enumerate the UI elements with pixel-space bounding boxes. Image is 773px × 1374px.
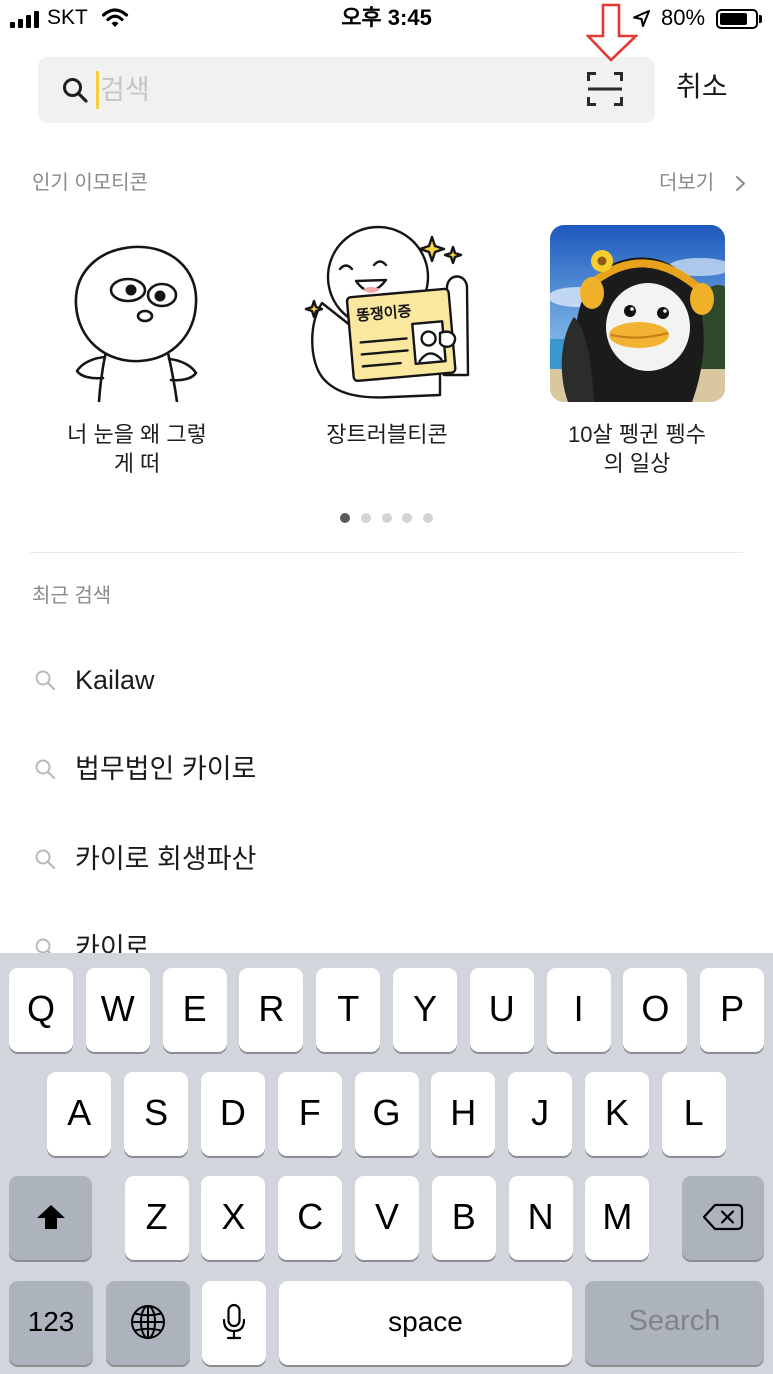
key-y[interactable]: Y xyxy=(393,968,457,1052)
recent-search-label: Kailaw xyxy=(75,664,155,695)
key-g[interactable]: G xyxy=(354,1072,419,1156)
status-bar: SKT 오후 3:45 80% xyxy=(0,0,773,40)
key-z[interactable]: Z xyxy=(124,1176,189,1260)
microphone-icon xyxy=(222,1303,246,1339)
emoticon-thumbnail xyxy=(74,245,197,402)
emoticon-thumbnail xyxy=(549,225,725,402)
key-c[interactable]: C xyxy=(278,1176,343,1260)
space-key[interactable]: space xyxy=(279,1281,572,1365)
page-dot xyxy=(423,513,433,523)
battery-level-fill xyxy=(720,13,748,25)
recent-search-item[interactable]: Kailaw xyxy=(0,635,773,725)
key-j[interactable]: J xyxy=(508,1072,573,1156)
key-u[interactable]: U xyxy=(469,968,534,1052)
clock: 오후 3:45 xyxy=(341,5,432,30)
search-input[interactable] xyxy=(98,57,568,123)
battery-percent: 80% xyxy=(661,5,706,30)
page-dot xyxy=(360,513,371,523)
recent-searches-list: Kailaw 법무법인 카이로 카이로 회생파산 카이로 xyxy=(0,635,773,993)
recent-search-label: 카이로 회생파산 xyxy=(75,843,257,874)
key-i[interactable]: I xyxy=(546,968,611,1052)
key-w[interactable]: W xyxy=(85,968,150,1052)
key-q[interactable]: Q xyxy=(9,968,73,1052)
page-dot xyxy=(402,513,413,523)
search-icon xyxy=(63,78,88,103)
shift-key[interactable] xyxy=(9,1176,92,1260)
recent-search-item[interactable]: 법무법인 카이로 xyxy=(0,725,773,815)
recent-searches-title: 최근 검색 xyxy=(32,585,112,607)
key-n[interactable]: N xyxy=(508,1176,573,1260)
key-s[interactable]: S xyxy=(124,1072,189,1156)
more-link[interactable]: 더보기 xyxy=(655,168,750,198)
key-l[interactable]: L xyxy=(661,1072,726,1156)
shift-icon xyxy=(36,1204,65,1229)
page-indicator xyxy=(340,513,433,523)
battery-icon xyxy=(716,9,758,29)
key-k[interactable]: K xyxy=(584,1072,649,1156)
key-o[interactable]: O xyxy=(623,968,688,1052)
key-h[interactable]: H xyxy=(431,1072,496,1156)
key-r[interactable]: R xyxy=(239,968,304,1052)
globe-icon xyxy=(131,1304,165,1339)
section-divider xyxy=(30,552,743,553)
key-d[interactable]: D xyxy=(200,1072,265,1156)
popular-emoticons-title: 인기 이모티콘 xyxy=(32,172,148,194)
key-p[interactable]: P xyxy=(700,968,765,1052)
cancel-button[interactable]: 취소 xyxy=(676,70,728,104)
key-b[interactable]: B xyxy=(431,1176,496,1260)
key-m[interactable]: M xyxy=(585,1176,650,1260)
key-x[interactable]: X xyxy=(201,1176,266,1260)
battery-terminal xyxy=(759,15,762,23)
emoticon-title: 너 눈을 왜 그렇 게 떠 xyxy=(67,422,207,476)
numbers-key[interactable]: 123 xyxy=(9,1281,93,1365)
key-a[interactable]: A xyxy=(47,1072,112,1156)
key-t[interactable]: T xyxy=(316,968,381,1052)
recent-search-item[interactable]: 카이로 회생파산 xyxy=(0,814,773,904)
page-dot xyxy=(381,513,392,523)
recent-search-label: 법무법인 카이로 xyxy=(75,754,257,785)
key-f[interactable]: F xyxy=(277,1072,342,1156)
search-bar[interactable] xyxy=(38,57,655,123)
microphone-key[interactable] xyxy=(202,1281,266,1365)
search-icon xyxy=(35,670,56,690)
globe-key[interactable] xyxy=(106,1281,190,1365)
key-v[interactable]: V xyxy=(355,1176,419,1260)
emoticon-title: 장트러블티콘 xyxy=(326,422,448,447)
emoticon-card[interactable]: 너 눈을 왜 그렇 게 떠 xyxy=(12,225,262,485)
page-dot xyxy=(340,513,350,523)
search-icon xyxy=(35,849,56,869)
scan-icon[interactable] xyxy=(587,72,623,106)
keyboard: Q W E R T Y U I O P A S D F G H J K L Z … xyxy=(0,953,773,1374)
emoticon-title: 10살 펭귄 펭수 의 일상 xyxy=(568,422,706,476)
chevron-right-icon xyxy=(736,176,745,191)
emoticon-card[interactable]: 10살 펭귄 펭수 의 일상 xyxy=(512,225,762,485)
delete-key[interactable] xyxy=(682,1176,764,1260)
delete-icon xyxy=(702,1203,744,1230)
search-key[interactable]: Search xyxy=(585,1281,764,1365)
emoticon-thumbnail: 똥쟁이증 xyxy=(304,225,469,399)
emoticon-card[interactable]: 똥쟁이증 장트러블티콘 xyxy=(262,225,512,485)
search-icon xyxy=(35,759,56,780)
more-label: 더보기 xyxy=(659,172,715,194)
down-arrow-annotation xyxy=(586,3,638,62)
key-e[interactable]: E xyxy=(162,968,227,1052)
